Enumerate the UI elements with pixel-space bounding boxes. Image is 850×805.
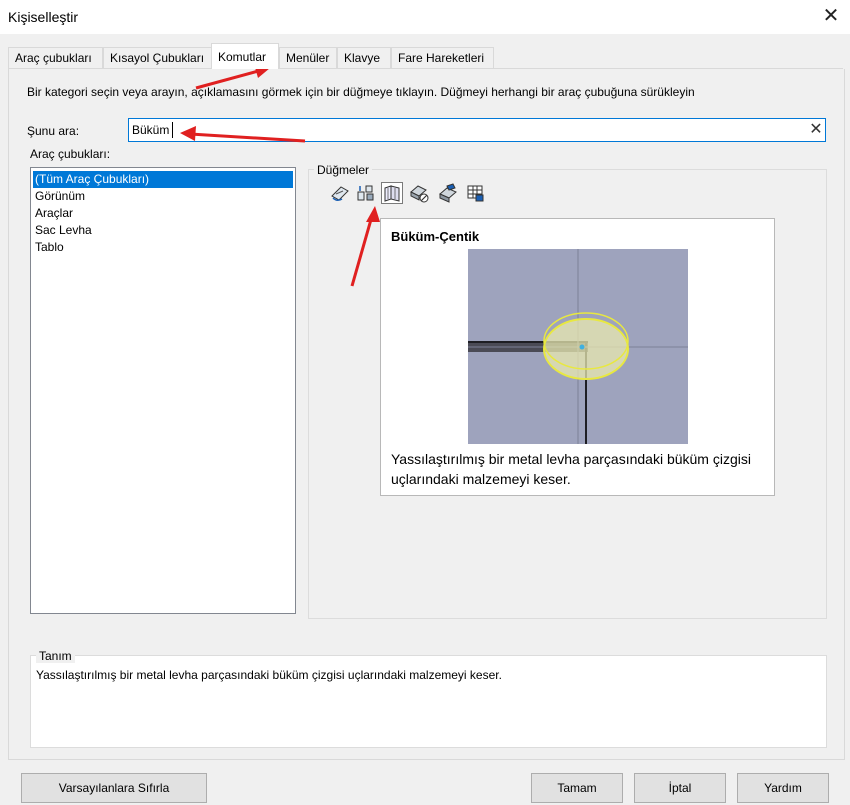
- command-tooltip: Büküm-Çentik Yassılaştırılmış bir metal …: [380, 218, 775, 496]
- reset-defaults-button[interactable]: Varsayılanlara Sıfırla: [21, 773, 207, 803]
- window-title: Kişiselleştir: [8, 9, 79, 25]
- title-bar: Kişiselleştir ✕: [0, 0, 850, 34]
- tooltip-description: Yassılaştırılmış bir metal levha parçası…: [391, 451, 751, 487]
- list-item[interactable]: Sac Levha: [33, 222, 293, 239]
- bend-notch-icon[interactable]: [381, 182, 403, 204]
- cancel-button[interactable]: İptal: [634, 773, 726, 803]
- tooltip-title: Büküm-Çentik: [391, 229, 480, 244]
- help-button[interactable]: Yardım: [737, 773, 829, 803]
- categories-label: Araç çubukları:: [30, 147, 111, 161]
- search-label: Şunu ara:: [27, 124, 80, 138]
- list-item[interactable]: Araçlar: [33, 205, 293, 222]
- description-group-label: Tanım: [36, 649, 75, 663]
- tab-toolbars[interactable]: Araç çubukları: [8, 47, 103, 68]
- tab-keyboard[interactable]: Klavye: [337, 47, 391, 68]
- tab-commands[interactable]: Komutlar: [211, 43, 279, 69]
- close-icon[interactable]: ✕: [818, 4, 844, 30]
- clear-search-icon[interactable]: ✕: [807, 120, 825, 140]
- table-icon[interactable]: [464, 182, 486, 204]
- bend-notch-preview-image: [468, 249, 688, 444]
- search-value: Büküm: [132, 123, 170, 137]
- text-caret: [172, 122, 173, 138]
- forming-tool-icon[interactable]: [437, 182, 459, 204]
- tab-menus[interactable]: Menüler: [279, 47, 337, 68]
- buttons-group-label: Düğmeler: [314, 163, 373, 177]
- list-item[interactable]: Görünüm: [33, 188, 293, 205]
- categories-list[interactable]: (Tüm Araç Çubukları) Görünüm Araçlar Sac…: [30, 167, 296, 614]
- tab-mouse-gestures[interactable]: Fare Hareketleri: [391, 47, 494, 68]
- unfold-bend-icon[interactable]: [329, 182, 351, 204]
- ok-button[interactable]: Tamam: [531, 773, 623, 803]
- flatten-icon[interactable]: [355, 182, 377, 204]
- description-text: Yassılaştırılmış bir metal levha parçası…: [36, 668, 502, 682]
- list-item[interactable]: (Tüm Araç Çubukları): [33, 171, 293, 188]
- tab-shortcut-bars[interactable]: Kısayol Çubukları: [103, 47, 212, 68]
- search-input[interactable]: Büküm ✕: [128, 118, 826, 142]
- list-item[interactable]: Tablo: [33, 239, 293, 256]
- sheet-metal-tool-icon[interactable]: [408, 182, 430, 204]
- instructions-text: Bir kategori seçin veya arayın, açıklama…: [27, 85, 695, 99]
